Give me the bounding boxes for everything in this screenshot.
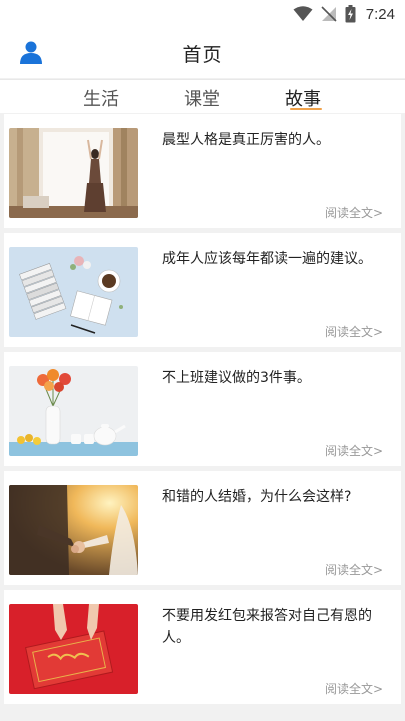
active-tab-indicator — [290, 108, 322, 110]
article-title[interactable]: 晨型人格是真正厉害的人。 — [162, 129, 390, 151]
signal-off-icon — [321, 6, 337, 22]
red-envelopes-image — [9, 604, 138, 694]
category-tabs: 生活 课堂 故事 — [0, 79, 405, 113]
status-time: 7:24 — [365, 5, 395, 23]
couple-holding-hands-image — [9, 485, 138, 575]
article-title[interactable]: 成年人应该每年都读一遍的建议。 — [162, 248, 390, 270]
article-title[interactable]: 不上班建议做的3件事。 — [162, 367, 390, 389]
page-title: 首页 — [182, 44, 223, 66]
books-and-coffee-image — [9, 247, 138, 337]
read-more-link[interactable]: 阅读全文> — [325, 561, 383, 578]
read-more-link[interactable]: 阅读全文> — [325, 442, 383, 459]
article-title[interactable]: 不要用发红包来报答对自己有恩的人。 — [162, 605, 390, 649]
wifi-icon — [293, 6, 313, 21]
article-card[interactable]: 不要用发红包来报答对自己有恩的人。 阅读全文> — [4, 590, 401, 704]
article-thumbnail — [9, 128, 138, 218]
read-more-link[interactable]: 阅读全文> — [325, 680, 383, 697]
article-thumbnail — [9, 247, 138, 337]
read-more-link[interactable]: 阅读全文> — [325, 204, 383, 221]
status-bar: 7:24 — [0, 0, 405, 28]
article-thumbnail — [9, 366, 138, 456]
battery-charging-icon — [345, 5, 356, 23]
article-card[interactable]: 和错的人结婚，为什么会这样? 阅读全文> — [4, 471, 401, 585]
woman-by-window-image — [9, 128, 138, 218]
flowers-and-teapot-image — [9, 366, 138, 456]
article-card[interactable]: 成年人应该每年都读一遍的建议。 阅读全文> — [4, 233, 401, 347]
article-card[interactable]: 不上班建议做的3件事。 阅读全文> — [4, 352, 401, 466]
article-card[interactable]: 晨型人格是真正厉害的人。 阅读全文> — [4, 114, 401, 228]
article-thumbnail — [9, 485, 138, 575]
tab-life[interactable]: 生活 — [83, 85, 119, 111]
article-title[interactable]: 和错的人结婚，为什么会这样? — [162, 486, 390, 508]
read-more-link[interactable]: 阅读全文> — [325, 323, 383, 340]
header: 首页 — [0, 28, 405, 78]
article-thumbnail — [9, 604, 138, 694]
tab-classroom[interactable]: 课堂 — [184, 85, 220, 111]
